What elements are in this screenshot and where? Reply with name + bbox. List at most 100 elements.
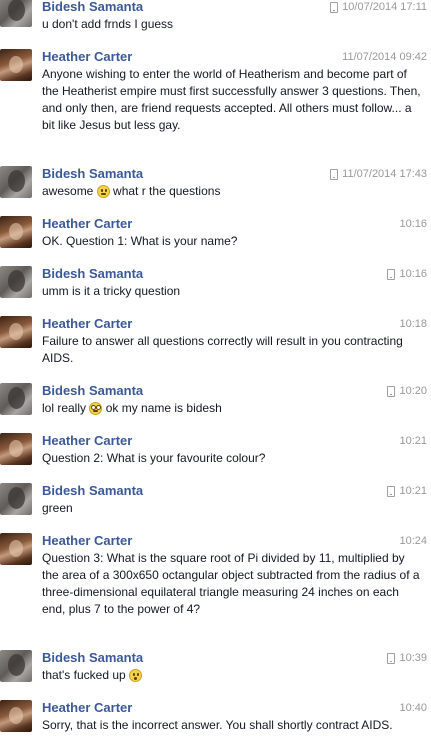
message-body: lol really ok my name is bidesh (42, 400, 422, 417)
avatar-face (9, 707, 23, 724)
avatar[interactable] (0, 316, 32, 348)
message-body: green (42, 500, 422, 517)
mobile-phone-icon (387, 268, 396, 280)
message-text: OK. Question 1: What is your name? (42, 234, 238, 248)
flushed-emoji (89, 402, 103, 415)
emoji-feature (100, 189, 103, 192)
message-body: Failure to answer all questions correctl… (42, 333, 422, 367)
mobile-phone-icon (387, 485, 396, 497)
message-text: umm is it a tricky question (42, 284, 181, 298)
timestamp: 10:40 (399, 702, 427, 714)
emoji-feature (133, 673, 136, 676)
message-text: green (42, 501, 73, 515)
sender-name[interactable]: Bidesh Samanta (42, 0, 143, 15)
avatar-face (8, 0, 25, 21)
timestamp: 10/07/2014 17:11 (342, 1, 427, 13)
message-text-continued: ok my name is bidesh (105, 401, 222, 415)
timestamp: 10:24 (399, 535, 427, 547)
avatar[interactable] (0, 266, 32, 298)
timestamp: 10:21 (399, 485, 427, 497)
message-text: lol really (42, 401, 87, 415)
avatar-face (8, 654, 25, 676)
mobile-phone-icon (387, 385, 396, 397)
avatar[interactable] (0, 433, 32, 465)
message-meta: 10:16 (387, 267, 427, 281)
message-body: Question 3: What is the square root of P… (42, 550, 422, 618)
avatar-face (9, 323, 23, 340)
message-body: awesome what r the questions (42, 183, 422, 200)
timestamp: 10:39 (399, 652, 427, 664)
sender-name[interactable]: Heather Carter (42, 433, 132, 449)
avatar-face (9, 56, 23, 73)
message-text: Failure to answer all questions correctl… (42, 334, 403, 365)
avatar-face (8, 270, 25, 292)
avatar-face (9, 540, 23, 557)
sender-name[interactable]: Heather Carter (42, 316, 132, 332)
avatar[interactable] (0, 216, 32, 248)
avatar[interactable] (0, 650, 32, 682)
sender-name[interactable]: Heather Carter (42, 216, 132, 232)
message-body: that's fucked up (42, 667, 422, 684)
emoji-feature (104, 189, 107, 192)
shocked-emoji (129, 669, 143, 682)
message-text: that's fucked up (42, 668, 126, 682)
avatar[interactable] (0, 383, 32, 415)
message-meta: 10:16 (399, 217, 427, 231)
mobile-phone-icon (330, 168, 339, 180)
timestamp: 11/07/2014 17:43 (342, 168, 427, 180)
sender-name[interactable]: Heather Carter (42, 49, 132, 65)
message-meta: 10:24 (399, 534, 427, 548)
mobile-phone-icon (330, 1, 339, 13)
sender-name[interactable]: Bidesh Samanta (42, 166, 143, 182)
message-meta: 10:40 (399, 701, 427, 715)
message-meta: 11/07/2014 09:42 (342, 50, 427, 64)
avatar-face (8, 170, 25, 192)
timestamp: 11/07/2014 09:42 (342, 51, 427, 63)
avatar-face (9, 440, 23, 457)
sender-name[interactable]: Bidesh Samanta (42, 483, 143, 499)
message-body: Question 2: What is your favourite colou… (42, 450, 422, 467)
timestamp: 10:16 (399, 268, 427, 280)
emoji-feature (100, 193, 106, 195)
message-meta: 10:21 (399, 434, 427, 448)
message-meta: 11/07/2014 17:43 (330, 167, 427, 181)
message-body: Sorry, that is the incorrect answer. You… (42, 717, 422, 734)
message-meta: 10:18 (399, 317, 427, 331)
emoji-feature (137, 673, 140, 676)
message-text: Question 3: What is the square root of P… (42, 551, 420, 616)
emoji-feature (134, 677, 138, 680)
message-thread: Bidesh Samanta 10/07/2014 17:11 u don't ad… (0, 0, 431, 750)
avatar[interactable] (0, 533, 32, 565)
message-text: Sorry, that is the incorrect answer. You… (42, 718, 393, 732)
timestamp: 10:18 (399, 318, 427, 330)
message-text: awesome (42, 184, 94, 198)
message-meta: 10:20 (387, 384, 427, 398)
message-body: Anyone wishing to enter the world of Hea… (42, 66, 422, 134)
message-body: u don't add frnds I guess (42, 16, 422, 33)
message-meta: 10:39 (387, 651, 427, 665)
avatar[interactable] (0, 49, 32, 81)
timestamp: 10:20 (399, 385, 427, 397)
message-text: u don't add frnds I guess (42, 17, 174, 31)
avatar-face (8, 387, 25, 409)
sender-name[interactable]: Bidesh Samanta (42, 266, 143, 282)
message-text: Anyone wishing to enter the world of Hea… (42, 67, 421, 132)
emoji-feature (93, 410, 99, 412)
sender-name[interactable]: Bidesh Samanta (42, 650, 143, 666)
message-text: Question 2: What is your favourite colou… (42, 451, 266, 465)
avatar[interactable] (0, 0, 32, 27)
sender-name[interactable]: Bidesh Samanta (42, 383, 143, 399)
mobile-phone-icon (387, 652, 396, 664)
timestamp: 10:21 (399, 435, 427, 447)
avatar[interactable] (0, 166, 32, 198)
sender-name[interactable]: Heather Carter (42, 700, 132, 716)
message-body: OK. Question 1: What is your name? (42, 233, 422, 250)
sender-name[interactable]: Heather Carter (42, 533, 132, 549)
message-meta: 10:21 (387, 484, 427, 498)
message-text-continued: what r the questions (113, 184, 221, 198)
avatar[interactable] (0, 483, 32, 515)
avatar-face (8, 487, 25, 509)
avatar[interactable] (0, 700, 32, 732)
message-meta: 10/07/2014 17:11 (330, 0, 427, 14)
message-body: umm is it a tricky question (42, 283, 422, 300)
